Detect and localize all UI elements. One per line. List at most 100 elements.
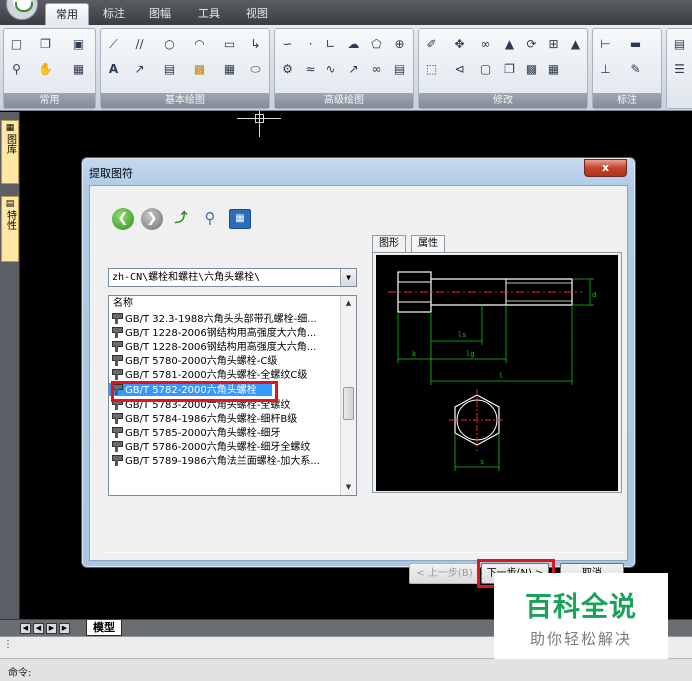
tab-common[interactable]: 常用: [45, 3, 89, 25]
list-item[interactable]: GB/T 1228-2006钢结构用高强度大六角...: [109, 340, 341, 353]
rotate-icon[interactable]: ⟳: [523, 36, 540, 53]
chevron-down-icon[interactable]: ▼: [340, 269, 356, 286]
list-scrollbar[interactable]: ▲ ▼: [340, 296, 356, 495]
left-dock: ▦ 图库 ▤ 特性: [0, 112, 20, 620]
spline-icon[interactable]: ∽: [279, 36, 296, 53]
watermark: 百科全说 助你轻松解决: [494, 573, 668, 659]
grip-icon[interactable]: ⋮: [3, 639, 13, 650]
polygon-icon[interactable]: ⬠: [368, 36, 385, 53]
pan-icon[interactable]: ✋: [37, 61, 54, 78]
table-icon[interactable]: ▦: [221, 61, 238, 78]
tab-properties[interactable]: 属性: [411, 235, 445, 253]
list-item[interactable]: GB/T 5784-1986六角头螺栓-细杆B级: [109, 412, 341, 425]
list-item[interactable]: GB/T 5785-2000六角头螺栓-细牙: [109, 426, 341, 439]
preview-pane: d ls k lg l s: [372, 252, 622, 493]
ellipse-icon[interactable]: ⬭: [247, 61, 264, 78]
erase-icon[interactable]: ✐: [423, 36, 440, 53]
center-mark-icon[interactable]: ⊕: [391, 36, 408, 53]
hatch-icon[interactable]: ▤: [161, 61, 178, 78]
first-layout-icon[interactable]: ◀: [20, 623, 31, 634]
next-layout-icon[interactable]: ▶: [46, 623, 57, 634]
cloud-icon[interactable]: ☁: [345, 36, 362, 53]
list-item[interactable]: GB/T 32.3-1988六角头头部带孔螺栓-细...: [109, 312, 341, 325]
close-button[interactable]: x: [584, 159, 627, 177]
tab-sheet[interactable]: 图幅: [139, 3, 181, 25]
ray-icon[interactable]: ↗: [131, 61, 148, 78]
view-mode-icon[interactable]: ▦: [229, 209, 251, 229]
list-item[interactable]: GB/T 5789-1986六角法兰面螺栓-加大系...: [109, 454, 341, 467]
prev-layout-icon[interactable]: ◀: [33, 623, 44, 634]
zoom-icon[interactable]: ⚲: [8, 61, 25, 78]
back-button[interactable]: < 上一步(B): [409, 563, 480, 584]
rectangle-icon[interactable]: ▭: [221, 36, 238, 53]
scroll-up-icon[interactable]: ▲: [341, 296, 356, 311]
line-icon[interactable]: ⟋: [105, 36, 122, 53]
more-icon[interactable]: ▤: [671, 36, 688, 53]
annotation-icon[interactable]: ✎: [627, 61, 644, 78]
dialog-title: 提取图符: [89, 167, 133, 180]
parallel-line-icon[interactable]: ∕∕: [131, 36, 148, 53]
properties-dock-label: 特性: [4, 210, 16, 230]
path-combo[interactable]: zh-CN\螺栓和螺柱\六角头螺栓\ ▼: [108, 268, 357, 287]
panel-common: □ ❐ ▣ ⚲ ✋ ▦ 常用: [3, 28, 96, 109]
tab-tools[interactable]: 工具: [188, 3, 230, 25]
command-line[interactable]: [0, 658, 692, 681]
break-icon[interactable]: ∿: [322, 61, 339, 78]
bolt-icon: [111, 454, 123, 466]
tab-view[interactable]: 视图: [236, 3, 278, 25]
list-item[interactable]: GB/T 5780-2000六角头螺栓-C级: [109, 354, 341, 367]
offset-icon[interactable]: ∞: [477, 36, 494, 53]
copy-object-icon[interactable]: ❐: [501, 61, 518, 78]
tolerance-icon[interactable]: ⊥: [597, 61, 614, 78]
list-item[interactable]: GB/T 5781-2000六角头螺栓-全螺纹C级: [109, 368, 341, 381]
move-icon[interactable]: ✥: [451, 36, 468, 53]
scroll-down-icon[interactable]: ▼: [341, 480, 356, 495]
forward-icon[interactable]: ❯: [141, 208, 163, 230]
properties-dock-tab[interactable]: ▤ 特性: [1, 196, 19, 262]
mirror-icon[interactable]: ▲: [501, 36, 518, 53]
block-icon[interactable]: ▦: [545, 61, 562, 78]
lines-icon[interactable]: ☰: [671, 61, 688, 78]
list-header: 名称: [113, 298, 133, 309]
crosshair-pickbox: [255, 114, 264, 123]
spring-icon[interactable]: ∞: [368, 61, 385, 78]
search-icon[interactable]: ⚲: [199, 208, 221, 230]
color-fill-icon[interactable]: ▩: [191, 61, 208, 78]
explode-icon[interactable]: ▩: [523, 61, 540, 78]
arc-icon[interactable]: ◠: [191, 36, 208, 53]
panel-advanced-draw: ∽ · ∟ ☁ ⬠ ⊕ ⚙ ≈ ∿ ↗ ∞ ▤ 高级绘图: [274, 28, 414, 109]
dim-style-icon[interactable]: ▬: [627, 36, 644, 53]
bolt-preview-drawing: d ls k lg l s: [376, 255, 618, 491]
last-layout-icon[interactable]: ▶: [59, 623, 70, 634]
up-folder-icon[interactable]: ⤴: [170, 208, 192, 230]
wave-icon[interactable]: ≈: [302, 61, 319, 78]
tab-dimension[interactable]: 标注: [93, 3, 135, 25]
angle-line-icon[interactable]: ∟: [322, 36, 339, 53]
new-file-icon[interactable]: □: [8, 36, 25, 53]
back-icon[interactable]: ❮: [112, 208, 134, 230]
tab-model[interactable]: 模型: [86, 620, 122, 636]
app-logo-icon[interactable]: [6, 0, 38, 20]
polyline-icon[interactable]: ↳: [247, 36, 264, 53]
select-icon[interactable]: ⬚: [423, 61, 440, 78]
list-item[interactable]: GB/T 5786-2000六角头螺栓-细牙全螺纹: [109, 440, 341, 453]
library-dock-label: 图库: [4, 134, 16, 154]
trim-icon[interactable]: ⊲: [451, 61, 468, 78]
gear-icon[interactable]: ⚙: [279, 61, 296, 78]
text-icon[interactable]: A: [105, 61, 122, 78]
stretch-icon[interactable]: ▢: [477, 61, 494, 78]
save-icon[interactable]: ▣: [70, 36, 87, 53]
scale-icon[interactable]: ▲: [567, 36, 584, 53]
dimension-arrow-icon[interactable]: ↗: [345, 61, 362, 78]
keyway-icon[interactable]: ▤: [391, 61, 408, 78]
copy-icon[interactable]: ❐: [37, 36, 54, 53]
layer-icon[interactable]: ▦: [70, 61, 87, 78]
point-icon[interactable]: ·: [302, 36, 319, 53]
scroll-thumb[interactable]: [343, 387, 354, 420]
linear-dim-icon[interactable]: ⊢: [597, 36, 614, 53]
library-dock-tab[interactable]: ▦ 图库: [1, 120, 19, 184]
array-icon[interactable]: ⊞: [545, 36, 562, 53]
circle-icon[interactable]: ○: [161, 36, 178, 53]
separator: [104, 552, 624, 553]
list-item[interactable]: GB/T 1228-2006钢结构用高强度大六角...: [109, 326, 341, 339]
